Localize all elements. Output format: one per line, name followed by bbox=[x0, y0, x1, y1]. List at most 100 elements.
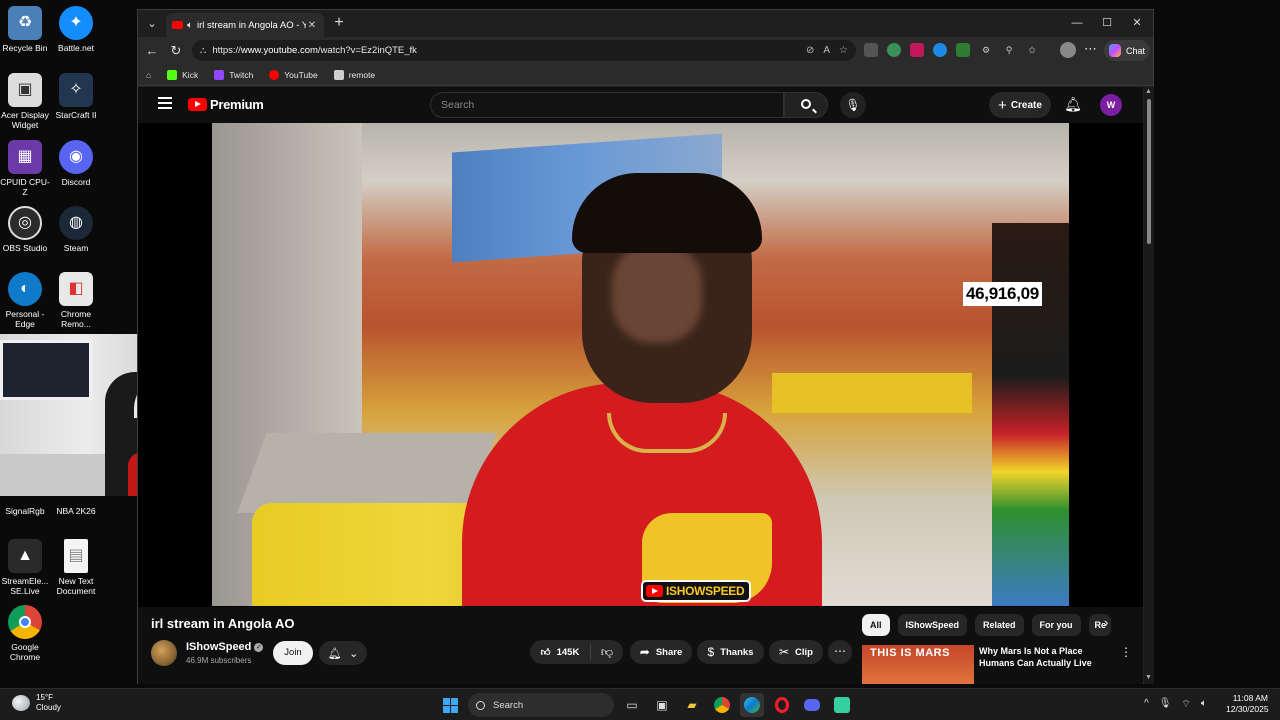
extensions-puzzle-icon[interactable]: ⚲ bbox=[1002, 43, 1016, 57]
copilot-chat-button[interactable]: Chat bbox=[1104, 40, 1150, 61]
scroll-up-icon[interactable]: ▲ bbox=[1145, 88, 1152, 95]
url-host: www.youtube.com bbox=[240, 45, 318, 56]
bookmark-remote[interactable]: remote bbox=[333, 69, 375, 80]
desktop-icon-signalrgb[interactable]: SignalRgb bbox=[0, 496, 52, 516]
read-aloud-icon[interactable]: A bbox=[823, 45, 830, 56]
recommended-thumbnail[interactable]: THIS IS MARS bbox=[862, 645, 974, 684]
extension-5-icon[interactable] bbox=[956, 43, 970, 57]
tab-list-chevron-icon[interactable]: ⌄ bbox=[142, 14, 162, 34]
create-button[interactable]: + Create bbox=[989, 92, 1051, 118]
tab-close-icon[interactable]: ✕ bbox=[306, 20, 318, 31]
channel-name[interactable]: IShowSpeed ✓ bbox=[186, 641, 264, 653]
notifications-bell-icon[interactable]: 🔔︎ bbox=[1064, 96, 1082, 114]
recommended-more-icon[interactable]: ⋮ bbox=[1120, 645, 1132, 659]
task-view-icon[interactable]: ▭ bbox=[620, 693, 644, 717]
desktop-icon-edge[interactable]: ◐ Personal - Edge bbox=[0, 272, 52, 329]
desktop-icon-chrome[interactable]: Google Chrome bbox=[0, 605, 52, 662]
chip-ishowspeed[interactable]: IShowSpeed bbox=[897, 614, 968, 636]
tab-youtube[interactable]: 🔈︎ irl stream in Angola AO - YouT ✕ bbox=[166, 13, 324, 37]
text-document-icon: ▤ bbox=[64, 539, 88, 573]
collections-icon[interactable]: ✩ bbox=[1025, 43, 1039, 57]
back-arrow-icon[interactable]: ← bbox=[142, 41, 162, 61]
bookmark-twitch[interactable]: Twitch bbox=[214, 69, 253, 80]
desktop-icon-streamelements[interactable]: ▲ StreamEle... SE.Live bbox=[0, 539, 52, 596]
desktop-icon-acer-display[interactable]: ▣ Acer Display Widget bbox=[0, 73, 52, 130]
minimize-icon[interactable]: — bbox=[1063, 13, 1091, 33]
chip-related[interactable]: Related bbox=[975, 614, 1024, 636]
app-taskbar-icon[interactable] bbox=[830, 693, 854, 717]
profile-avatar[interactable] bbox=[1060, 42, 1076, 58]
scroll-down-icon[interactable]: ▼ bbox=[1145, 674, 1152, 681]
extension-3-icon[interactable] bbox=[910, 43, 924, 57]
discord-taskbar-icon[interactable] bbox=[800, 693, 824, 717]
url-bar[interactable]: ⛬ https://www.youtube.com/watch?v=Ez2inQ… bbox=[192, 40, 856, 61]
extension-2-icon[interactable] bbox=[887, 43, 901, 57]
like-button[interactable]: 👍︎ 145K bbox=[530, 644, 591, 660]
clock[interactable]: 11:08 AM 12/30/2025 bbox=[1226, 693, 1269, 715]
channel-watermark: ISHOWSPEED bbox=[641, 580, 752, 602]
extension-6-icon[interactable]: ⚙ bbox=[979, 43, 993, 57]
scrollbar-thumb[interactable] bbox=[1147, 99, 1151, 244]
video-frame[interactable]: 46,916,09 ISHOWSPEED bbox=[212, 123, 1069, 606]
voice-search-mic-icon[interactable]: 🎙︎ bbox=[840, 92, 866, 118]
desktop-icon-starcraft[interactable]: ✧ StarCraft II bbox=[49, 73, 103, 120]
maximize-icon[interactable]: ☐ bbox=[1093, 13, 1121, 33]
edge-taskbar-icon[interactable] bbox=[740, 693, 764, 717]
dislike-button[interactable]: 👎︎ bbox=[591, 645, 623, 660]
video-player[interactable]: 46,916,09 ISHOWSPEED bbox=[138, 123, 1143, 607]
desktop-icon-recycle-bin[interactable]: ♻ Recycle Bin bbox=[0, 6, 52, 53]
desktop-icon-discord[interactable]: ◉ Discord bbox=[49, 140, 103, 187]
new-tab-plus-icon[interactable]: + bbox=[330, 14, 348, 32]
clip-button[interactable]: ✂ Clip bbox=[769, 640, 823, 664]
desktop-icon-text-document[interactable]: ▤ New Text Document bbox=[49, 539, 103, 596]
file-explorer-icon[interactable]: ▰ bbox=[680, 693, 704, 717]
taskbar-search[interactable]: Search bbox=[468, 693, 614, 717]
account-avatar[interactable]: W bbox=[1100, 94, 1122, 116]
close-window-icon[interactable]: ✕ bbox=[1123, 13, 1151, 33]
store-icon[interactable]: ▣ bbox=[650, 693, 674, 717]
network-icon[interactable]: ⌔ bbox=[1181, 698, 1190, 711]
desktop-icon-nba2k[interactable]: NBA 2K26 bbox=[49, 496, 103, 516]
speaker-icon[interactable]: 🔈︎ bbox=[187, 20, 193, 31]
bookmark-youtube[interactable]: YouTube bbox=[269, 69, 318, 80]
no-tracking-icon[interactable]: ⊘ bbox=[806, 45, 814, 56]
youtube-search-input[interactable]: Search bbox=[430, 92, 784, 118]
desktop-icon-cpuz[interactable]: ▦ CPUID CPU-Z bbox=[0, 140, 52, 197]
youtube-search-button[interactable] bbox=[784, 92, 828, 118]
browser-menu-dots-icon[interactable]: ⋯ bbox=[1084, 41, 1097, 57]
join-button[interactable]: Join bbox=[273, 641, 313, 665]
volume-icon[interactable]: 🔈︎ bbox=[1201, 698, 1207, 711]
extension-1-icon[interactable] bbox=[864, 43, 878, 57]
recommended-title[interactable]: Why Mars Is Not a Place Humans Can Actua… bbox=[979, 645, 1119, 669]
bookmark-kick[interactable]: Kick bbox=[167, 69, 198, 80]
video-scene-face bbox=[612, 243, 702, 343]
start-windows-icon[interactable] bbox=[438, 693, 462, 717]
share-button[interactable]: ➦ Share bbox=[630, 640, 692, 664]
chrome-taskbar-icon[interactable] bbox=[710, 693, 734, 717]
bookmark-folder-icon[interactable]: ⌂ bbox=[146, 70, 151, 80]
desktop-icon-chrome-remote[interactable]: ◧ Chrome Remo... bbox=[49, 272, 103, 329]
chip-for-you[interactable]: For you bbox=[1031, 614, 1081, 636]
page-scrollbar[interactable]: ▲ ▼ bbox=[1144, 87, 1154, 684]
refresh-icon[interactable]: ↻ bbox=[166, 41, 186, 61]
desktop-icon-steam[interactable]: ◍ Steam bbox=[49, 206, 103, 253]
video-scene-chairs-right bbox=[772, 373, 972, 413]
taskbar: 15°F Cloudy Search ▭ ▣ ▰ ^ 🎙︎ ⌔ 🔈︎ 11:08 … bbox=[0, 688, 1280, 720]
youtube-premium-logo[interactable]: Premium bbox=[188, 97, 264, 112]
chip-all[interactable]: All bbox=[862, 614, 890, 636]
chips-next-chevron-icon[interactable]: › bbox=[1104, 615, 1108, 630]
extension-4-icon[interactable] bbox=[933, 43, 947, 57]
favorite-star-icon[interactable]: ☆ bbox=[839, 45, 848, 56]
weather-widget[interactable]: 15°F Cloudy bbox=[12, 693, 61, 713]
hamburger-menu-icon[interactable] bbox=[158, 97, 172, 109]
site-info-icon[interactable]: ⛬ bbox=[200, 45, 206, 56]
microphone-icon[interactable]: 🎙︎ bbox=[1159, 698, 1172, 711]
tray-overflow-chevron-icon[interactable]: ^ bbox=[1144, 698, 1149, 711]
desktop-icon-obs[interactable]: ◎ OBS Studio bbox=[0, 206, 52, 253]
more-actions-icon[interactable]: ⋯ bbox=[828, 640, 852, 664]
subscription-bell-button[interactable]: 🔔︎ ⌄ bbox=[319, 641, 367, 665]
opera-taskbar-icon[interactable] bbox=[770, 693, 794, 717]
thanks-button[interactable]: $ Thanks bbox=[697, 640, 764, 664]
channel-avatar[interactable] bbox=[151, 640, 177, 666]
desktop-icon-battlenet[interactable]: ✦ Battle.net bbox=[49, 6, 103, 53]
